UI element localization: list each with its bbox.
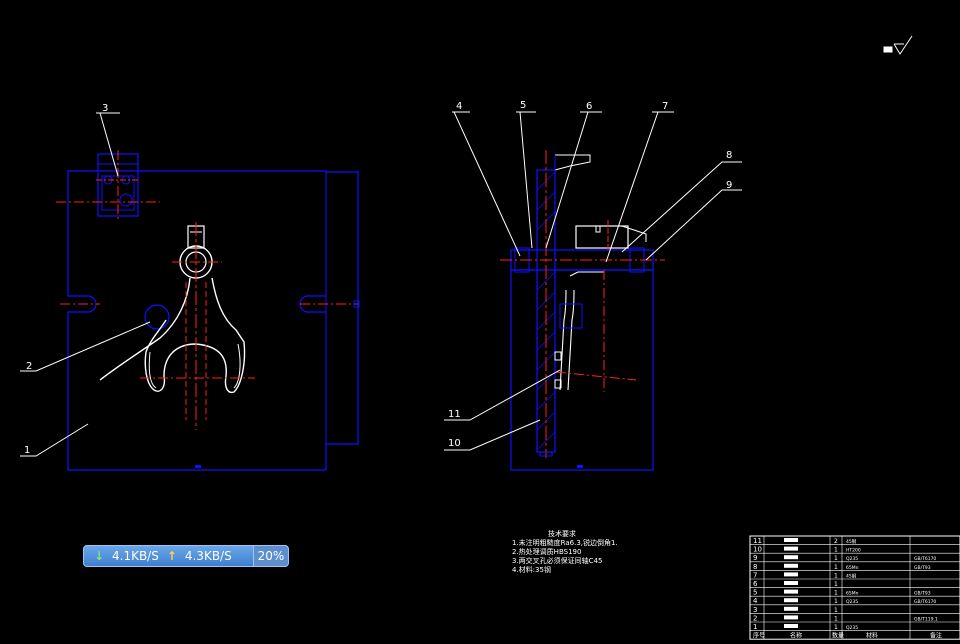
usage-percent: 20% <box>253 546 288 566</box>
bom-row-standard: GB/T6170 <box>914 599 936 605</box>
bom-row-no: 6 <box>753 580 758 588</box>
bom-row-qty: 1 <box>834 564 838 571</box>
bom-row-qty: 1 <box>834 590 838 597</box>
bom-header-cell: 备注 <box>930 632 942 640</box>
left-view <box>56 150 360 471</box>
bom-name-cell <box>784 581 798 585</box>
download-rate: 4.1KB/S <box>112 549 159 563</box>
locating-pin <box>144 304 170 330</box>
upload-rate: 4.3KB/S <box>184 549 232 563</box>
bom-row-material: Q235 <box>846 556 858 562</box>
bom-row-no: 11 <box>753 537 762 545</box>
tech-note-2: 2.热处理调质HBS190 <box>512 547 581 556</box>
tech-note-1: 1.未注明粗糙度Ra6.3,锐边倒角1. <box>512 538 618 547</box>
technical-requirements: 技术要求 1.未注明粗糙度Ra6.3,锐边倒角1. 2.热处理调质HBS190 … <box>512 529 618 574</box>
bom-row-qty: 1 <box>834 547 838 554</box>
balloon-9: 9 <box>726 180 732 191</box>
balloon-8: 8 <box>726 150 732 161</box>
bom-name-cell <box>784 606 798 611</box>
bom-row-qty: 1 <box>834 598 838 605</box>
right-view <box>500 150 665 471</box>
bom-header-cell: 序号 <box>753 632 765 640</box>
balloon-7: 7 <box>662 101 668 112</box>
bom-row-material: Q235 <box>846 599 858 605</box>
bom-header-cell: 名称 <box>790 632 802 640</box>
bom-row-qty: 2 <box>834 538 838 545</box>
balloon-5: 5 <box>520 100 526 111</box>
bom-name-cell <box>784 563 798 568</box>
bom-row-qty: 1 <box>834 581 838 588</box>
bom-row-no: 9 <box>753 554 757 562</box>
tech-title: 技术要求 <box>548 529 576 538</box>
bom-row-no: 4 <box>753 597 758 605</box>
bom-row-no: 8 <box>753 563 757 571</box>
bom-row-no: 2 <box>753 614 757 622</box>
shift-fork <box>99 277 246 394</box>
bom-header-cell: 数量 <box>832 632 844 640</box>
bom-name-cell <box>784 546 798 551</box>
bom-row-no: 7 <box>753 571 757 579</box>
balloon-4: 4 <box>456 101 462 112</box>
bom-row-standard: GB/T93 <box>914 591 931 597</box>
balloon-3: 3 <box>102 103 108 114</box>
bom-name-cell <box>784 624 798 628</box>
bom-row-standard: GB/T93 <box>914 565 931 571</box>
bom-row-material: 65Mn <box>846 591 859 597</box>
bom-row-no: 1 <box>753 623 757 631</box>
download-arrow-icon: ↓ <box>93 549 105 563</box>
bom-row-standard: GB/T6170 <box>914 556 936 562</box>
bom-row-qty: 1 <box>834 572 838 579</box>
network-speed-widget[interactable]: ↓ 4.1KB/S ↑ 4.3KB/S 20% <box>83 545 289 567</box>
bom-row-no: 3 <box>753 606 757 614</box>
balloon-2: 2 <box>26 361 32 372</box>
bom-row-qty: 1 <box>834 615 838 622</box>
bom-row-material: Q235 <box>846 625 858 631</box>
bom-row-no: 5 <box>753 589 757 597</box>
bom-row-material: 45钢 <box>846 538 857 545</box>
balloon-labels: 1 2 3 4 5 6 7 8 9 10 11 <box>24 100 732 456</box>
bom-row-material: 65Mn <box>846 565 859 571</box>
bom-row-qty: 1 <box>834 607 838 614</box>
bom-name-cell <box>784 615 798 620</box>
bom-name-cell <box>784 572 798 577</box>
bom-row-qty: 1 <box>834 624 838 631</box>
balloon-1: 1 <box>24 445 30 456</box>
surface-roughness-symbol <box>883 35 913 55</box>
bom-header-cell: 材料 <box>866 632 878 640</box>
bom-row-standard: GB/T119.1 <box>914 616 938 622</box>
upload-arrow-icon: ↑ <box>166 549 177 563</box>
balloon-6: 6 <box>586 101 592 112</box>
bom-name-cell <box>784 538 798 542</box>
balloon-10: 10 <box>448 438 461 449</box>
bom-name-cell <box>784 589 798 594</box>
bom-name-cell <box>784 598 798 603</box>
bom-row-material: HT200 <box>846 548 861 554</box>
bom-row-no: 10 <box>753 546 762 554</box>
tech-note-4: 4.材料:35钢 <box>512 565 551 574</box>
balloon-11: 11 <box>448 409 461 420</box>
bom-name-cell <box>784 555 798 560</box>
tech-note-3: 3.两交叉孔必须保证同轴C45 <box>512 556 602 565</box>
side-plate <box>510 269 654 471</box>
fork-clamp <box>575 225 629 249</box>
bom-row-material: 45钢 <box>846 572 857 579</box>
bom-row-qty: 1 <box>834 555 838 562</box>
bill-of-materials: 11 2 45钢10 1 HT2009 1 Q235 GB/T61708 1 65Mn GB/T93… <box>749 535 960 640</box>
